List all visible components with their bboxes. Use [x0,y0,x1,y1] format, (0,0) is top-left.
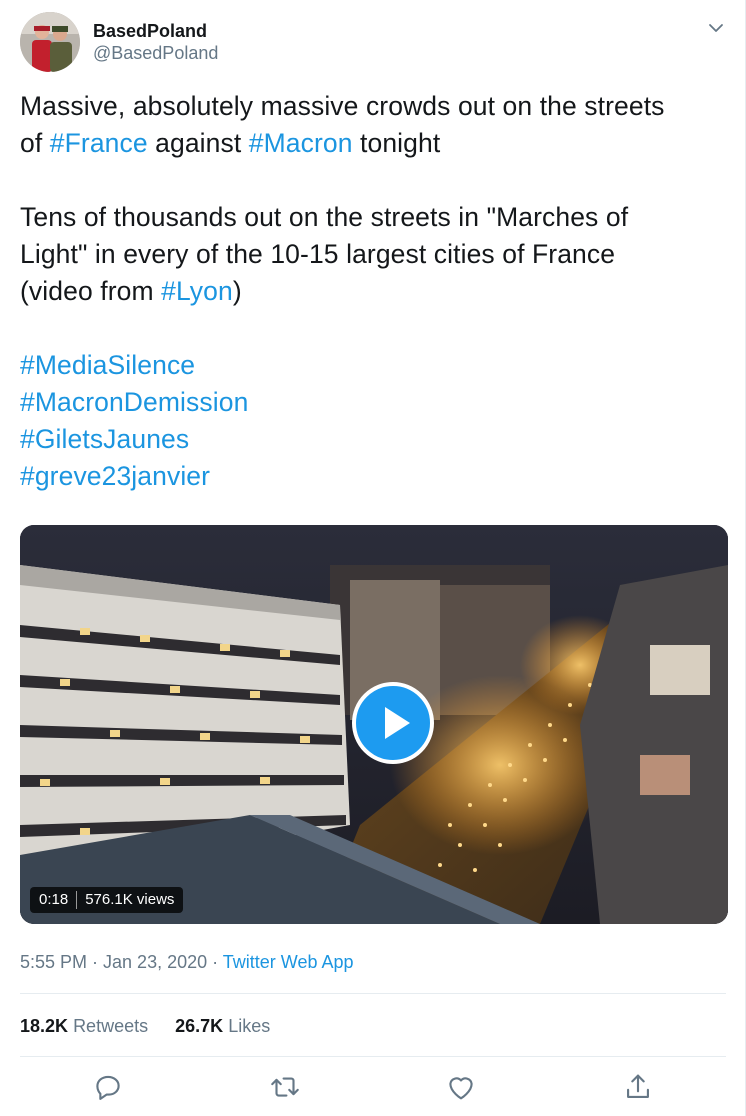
tweet-line: Light" in every of the 10-15 largest cit… [20,239,616,269]
share-icon[interactable] [621,1070,655,1104]
hashtag-link[interactable]: #Macron [249,128,353,158]
hashtag-link[interactable]: #Lyon [161,276,233,306]
tweet-stats: 18.2K Retweets 26.7K Likes [20,1014,292,1038]
tweet-text: Massive, absolutely massive crowds out o… [20,88,720,495]
hashtag-link[interactable]: #France [50,128,148,158]
tweet-line: (video from #Lyon) [20,273,720,310]
play-icon [385,707,410,739]
play-button[interactable] [352,682,434,764]
divider [76,891,78,909]
hashtag-link[interactable]: #greve23janvier [20,458,720,495]
video-stats-overlay: 0:18 576.1K views [30,887,184,913]
hashtag-link[interactable]: #GiletsJaunes [20,421,720,458]
tweet-text-fragment: against [147,128,249,158]
handle[interactable]: @BasedPoland [93,42,218,64]
divider [20,993,726,994]
author-names: BasedPoland @BasedPoland [93,20,218,64]
tweet-header: BasedPoland @BasedPoland [20,12,726,74]
tweet-line: of #France against #Macron tonight [20,125,720,162]
likes-count: 26.7K [175,1016,224,1036]
avatar-image [20,12,80,72]
tweet-text-fragment: (video from [20,276,162,306]
chevron-down-icon[interactable] [706,18,726,38]
hashtag-link[interactable]: #MacronDemission [20,384,720,421]
tweet-source-link[interactable]: Twitter Web App [223,952,354,972]
divider [20,1056,726,1057]
tweet-timestamp[interactable]: 5:55 PM · Jan 23, 2020 · [20,952,223,972]
tweet-actions [20,1070,726,1104]
tweet-text-fragment: of [20,128,50,158]
retweets-label: Retweets [73,1016,149,1036]
retweets-stat[interactable]: 18.2K Retweets [20,1014,148,1038]
reply-icon[interactable] [91,1070,125,1104]
tweet-line: Tens of thousands out on the streets in … [20,202,629,232]
video-views: 576.1K views [85,891,175,908]
retweets-count: 18.2K [20,1016,69,1036]
heart-icon[interactable] [444,1070,478,1104]
video-duration: 0:18 [39,891,69,908]
retweet-icon[interactable] [268,1070,302,1104]
video-player[interactable]: 0:18 576.1K views [20,525,728,924]
tweet-text-fragment: tonight [352,128,441,158]
tweet-meta: 5:55 PM · Jan 23, 2020 · Twitter Web App [20,950,354,974]
likes-label: Likes [228,1016,271,1036]
avatar[interactable] [20,12,80,72]
hashtag-link[interactable]: #MediaSilence [20,347,720,384]
likes-stat[interactable]: 26.7K Likes [175,1014,270,1038]
tweet-line: Massive, absolutely massive crowds out o… [20,91,665,121]
display-name[interactable]: BasedPoland [93,20,218,42]
tweet-text-fragment: ) [232,276,242,306]
